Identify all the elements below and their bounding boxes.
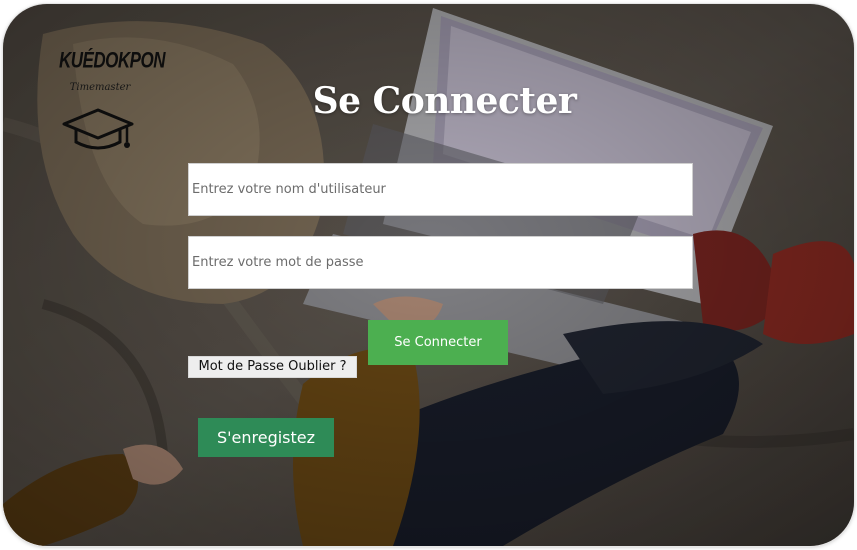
forgot-password-link[interactable]: Mot de Passe Oublier ? <box>188 356 357 378</box>
username-input[interactable] <box>188 163 693 216</box>
brand-name: KUÉDOKPON <box>59 48 166 73</box>
page-title: Se Connecter <box>312 80 577 122</box>
register-button[interactable]: S'enregistez <box>198 418 334 457</box>
password-input[interactable] <box>188 236 693 289</box>
login-button[interactable]: Se Connecter <box>368 320 508 365</box>
